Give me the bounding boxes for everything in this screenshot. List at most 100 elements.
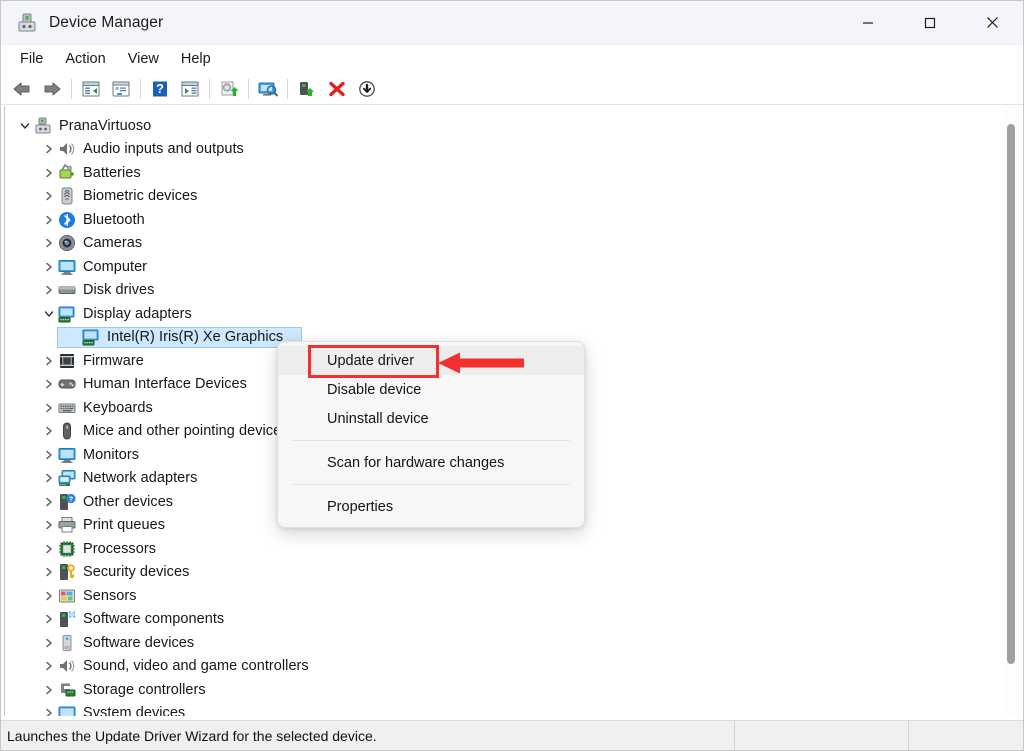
chevron-right-icon[interactable] — [41, 514, 57, 537]
device-manager-window: Device Manager File Action View Help ? P… — [0, 0, 1024, 751]
chevron-right-icon[interactable] — [41, 443, 57, 466]
software-device-icon — [57, 633, 77, 653]
context-menu-item-update-driver[interactable]: Update driver — [278, 346, 584, 375]
battery-icon — [57, 163, 77, 183]
tree-item-batteries[interactable]: Batteries — [5, 161, 1020, 185]
chevron-right-icon[interactable] — [41, 608, 57, 631]
chevron-right-icon[interactable] — [41, 655, 57, 678]
scan-hardware-changes-icon[interactable] — [253, 76, 283, 102]
properties-icon[interactable] — [106, 76, 136, 102]
tree-item-label: Software devices — [83, 634, 195, 651]
toolbar-separator — [71, 78, 72, 99]
chevron-right-icon[interactable] — [41, 467, 57, 490]
view-icon[interactable] — [175, 76, 205, 102]
tree-item-display-adapters[interactable]: Display adapters — [5, 302, 1020, 326]
tree-item-label: Cameras — [83, 235, 143, 252]
tree-item-cameras[interactable]: Cameras — [5, 232, 1020, 256]
tree-item-storage-controllers[interactable]: Storage controllers — [5, 678, 1020, 702]
menu-file[interactable]: File — [9, 48, 54, 70]
status-pane-2 — [734, 720, 908, 750]
tree-item-security-devices[interactable]: Security devices — [5, 561, 1020, 585]
chevron-right-icon[interactable] — [41, 138, 57, 161]
chevron-right-icon[interactable] — [41, 678, 57, 701]
minimize-button[interactable] — [837, 1, 899, 45]
context-menu[interactable]: Update driver Disable device Uninstall d… — [277, 341, 585, 528]
tree-item-label: Intel(R) Iris(R) Xe Graphics — [107, 329, 284, 346]
enable-device-icon[interactable] — [292, 76, 322, 102]
chevron-right-icon[interactable] — [41, 373, 57, 396]
tree-item-label: Bluetooth — [83, 211, 145, 228]
back-icon[interactable] — [7, 76, 37, 102]
tree-item-processors[interactable]: Processors — [5, 537, 1020, 561]
chevron-right-icon[interactable] — [41, 631, 57, 654]
monitor-icon — [57, 445, 77, 465]
tree-item-software-devices[interactable]: Software devices — [5, 631, 1020, 655]
monitor-icon — [57, 257, 77, 277]
tree-item-label: Disk drives — [83, 282, 155, 299]
menu-help[interactable]: Help — [170, 48, 222, 70]
tree-item-label: Batteries — [83, 164, 141, 181]
context-menu-item-properties[interactable]: Properties — [278, 492, 584, 521]
chevron-right-icon[interactable] — [41, 702, 57, 716]
tree-item-sensors[interactable]: Sensors — [5, 584, 1020, 608]
uninstall-device-icon[interactable] — [322, 76, 352, 102]
tree-item-disk-drives[interactable]: Disk drives — [5, 279, 1020, 303]
context-menu-item-scan-for-hardware-changes[interactable]: Scan for hardware changes — [278, 448, 584, 477]
tree-item-label: Sound, video and game controllers — [83, 658, 309, 675]
tree-item-label: Audio inputs and outputs — [83, 141, 244, 158]
firmware-icon — [57, 351, 77, 371]
chevron-right-icon[interactable] — [41, 279, 57, 302]
camera-icon — [57, 233, 77, 253]
toolbar: ? — [1, 73, 1023, 105]
update-driver-icon[interactable] — [214, 76, 244, 102]
tree-item-software-components[interactable]: Software components — [5, 608, 1020, 632]
help-icon[interactable]: ? — [145, 76, 175, 102]
menu-bar: File Action View Help — [1, 45, 1023, 73]
mouse-icon — [57, 421, 77, 441]
context-menu-separator — [292, 440, 570, 441]
hid-icon — [57, 374, 77, 394]
context-menu-item-uninstall-device[interactable]: Uninstall device — [278, 404, 584, 433]
chevron-right-icon[interactable] — [41, 584, 57, 607]
tree-item-label: Human Interface Devices — [83, 376, 247, 393]
toolbar-separator — [140, 78, 141, 99]
disk-drive-icon — [57, 280, 77, 300]
chevron-right-icon[interactable] — [41, 490, 57, 513]
tree-item-biometric-devices[interactable]: Biometric devices — [5, 185, 1020, 209]
chevron-right-icon[interactable] — [41, 561, 57, 584]
tree-item-label: Keyboards — [83, 399, 153, 416]
status-bar: Launches the Update Driver Wizard for th… — [1, 720, 1023, 750]
menu-view[interactable]: View — [117, 48, 170, 70]
forward-icon[interactable] — [37, 76, 67, 102]
show-hide-console-tree-icon[interactable] — [76, 76, 106, 102]
tree-item-pranavirtuoso[interactable]: PranaVirtuoso — [5, 114, 1020, 138]
tree-item-audio-inputs-and-outputs[interactable]: Audio inputs and outputs — [5, 138, 1020, 162]
chevron-right-icon[interactable] — [41, 232, 57, 255]
tree-item-sound-video-and-game-controllers[interactable]: Sound, video and game controllers — [5, 655, 1020, 679]
chevron-down-icon[interactable] — [41, 302, 57, 325]
status-message: Launches the Update Driver Wizard for th… — [7, 727, 377, 744]
chevron-right-icon[interactable] — [41, 537, 57, 560]
chevron-right-icon[interactable] — [41, 349, 57, 372]
scrollbar-thumb[interactable] — [1007, 124, 1015, 664]
chevron-right-icon[interactable] — [41, 420, 57, 443]
tree-item-bluetooth[interactable]: Bluetooth — [5, 208, 1020, 232]
chevron-down-icon[interactable] — [17, 114, 33, 137]
close-button[interactable] — [961, 1, 1023, 45]
vertical-scrollbar[interactable] — [1004, 106, 1019, 716]
tree-item-computer[interactable]: Computer — [5, 255, 1020, 279]
maximize-button[interactable] — [899, 1, 961, 45]
chevron-right-icon[interactable] — [41, 185, 57, 208]
tree-item-label: Print queues — [83, 517, 166, 534]
tree-item-system-devices[interactable]: System devices — [5, 702, 1020, 716]
chevron-right-icon[interactable] — [41, 161, 57, 184]
chevron-right-icon[interactable] — [41, 208, 57, 231]
display-adapter-icon — [81, 327, 101, 347]
disable-device-icon[interactable] — [352, 76, 382, 102]
menu-action[interactable]: Action — [54, 48, 116, 70]
tree-item-label: Processors — [83, 540, 157, 557]
context-menu-separator — [292, 484, 570, 485]
context-menu-item-disable-device[interactable]: Disable device — [278, 375, 584, 404]
chevron-right-icon[interactable] — [41, 396, 57, 419]
chevron-right-icon[interactable] — [41, 255, 57, 278]
